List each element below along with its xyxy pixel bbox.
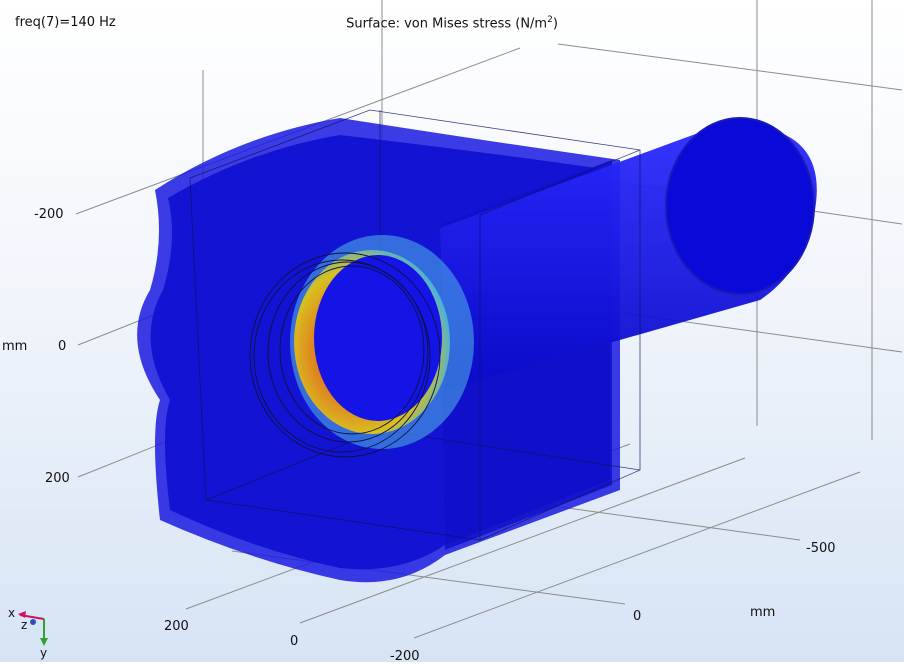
bore-hole	[314, 255, 442, 421]
bottom-tick-200: 200	[164, 619, 189, 634]
plot-title: Surface: von Mises stress (N/m2)	[0, 15, 904, 31]
3d-viewport[interactable]	[0, 0, 904, 662]
right-tick-neg500: -500	[806, 541, 836, 556]
triad-z-label: z	[21, 618, 28, 632]
front-tick-0: 0	[633, 609, 642, 624]
vertical-unit: mm	[2, 339, 28, 354]
vertical-tick-0: 0	[58, 339, 67, 354]
stress-model	[137, 109, 817, 583]
title-prefix: Surface: von Mises stress (N/m	[346, 16, 548, 32]
vertical-tick-neg200: -200	[34, 207, 64, 222]
vertical-tick-200: 200	[45, 471, 70, 486]
title-suffix: )	[552, 16, 558, 32]
cylinder-end-cap	[665, 117, 815, 295]
right-unit: mm	[750, 605, 776, 620]
triad-y-label: y	[40, 646, 48, 660]
triad-x-label: x	[8, 606, 16, 620]
bottom-tick-0: 0	[290, 634, 299, 649]
